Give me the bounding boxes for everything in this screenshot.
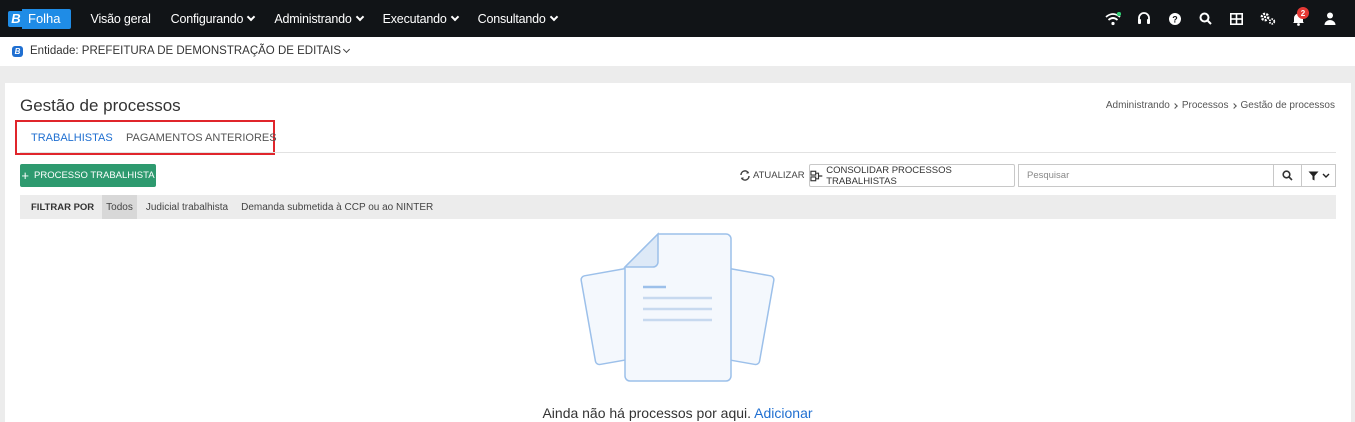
settings-icon[interactable]	[1252, 0, 1283, 37]
menu-administrando[interactable]: Administrando	[274, 11, 364, 26]
menu-label: Configurando	[170, 11, 244, 26]
chevron-right-icon	[1230, 102, 1237, 109]
app-brand[interactable]: B Folha	[8, 8, 71, 29]
empty-documents-illustration	[580, 232, 775, 382]
tab-pagamentos-anteriores[interactable]: PAGAMENTOS ANTERIORES	[126, 132, 277, 144]
chevron-down-icon	[342, 45, 351, 54]
top-navbar: B Folha Visão geral Configurando Adminis…	[0, 0, 1355, 37]
filter-button[interactable]	[1301, 164, 1336, 187]
notification-badge: 2	[1297, 7, 1309, 19]
add-processo-button[interactable]: + PROCESSO TRABALHISTA	[20, 164, 156, 187]
wifi-icon[interactable]	[1097, 0, 1128, 37]
chevron-down-icon	[1322, 173, 1329, 178]
menu-label: Executando	[382, 11, 447, 26]
tabs-divider	[20, 152, 1336, 153]
headset-icon[interactable]	[1128, 0, 1159, 37]
svg-text:?: ?	[1172, 14, 1178, 24]
entity-logo-icon: B	[12, 45, 23, 57]
filter-label: FILTRAR POR	[31, 201, 95, 213]
refresh-icon	[740, 169, 750, 181]
notifications-icon[interactable]: 2	[1283, 0, 1314, 37]
add-processo-label: PROCESSO TRABALHISTA	[34, 170, 155, 181]
main-menu: Visão geral Configurando Administrando E…	[91, 12, 577, 26]
refresh-button[interactable]: ATUALIZAR	[739, 168, 805, 182]
page-title: Gestão de processos	[20, 96, 181, 115]
empty-state-message: Ainda não há processos por aqui. Adicion…	[0, 405, 1355, 421]
entity-label: Entidade: PREFEITURA DE DEMONSTRAÇÃO DE …	[30, 45, 341, 57]
chevron-right-icon	[1171, 102, 1178, 109]
chevron-down-icon	[355, 12, 364, 21]
menu-executando[interactable]: Executando	[382, 11, 459, 26]
breadcrumb: Administrando Processos Gestão de proces…	[1106, 100, 1335, 111]
menu-configurando[interactable]: Configurando	[170, 11, 256, 26]
empty-state-text: Ainda não há processos por aqui.	[542, 405, 755, 421]
search-icon[interactable]	[1190, 0, 1221, 37]
menu-label: Visão geral	[90, 11, 151, 26]
menu-label: Administrando	[274, 11, 352, 26]
chevron-down-icon	[549, 12, 558, 21]
search-icon	[1282, 170, 1293, 181]
chevron-down-icon	[247, 12, 256, 21]
entity-selector[interactable]: B Entidade: PREFEITURA DE DEMONSTRAÇÃO D…	[12, 43, 351, 59]
user-icon[interactable]	[1314, 0, 1345, 37]
filter-icon	[1308, 171, 1318, 180]
search-button[interactable]	[1273, 164, 1302, 187]
breadcrumb-item-current: Gestão de processos	[1240, 100, 1336, 111]
plus-icon: +	[21, 168, 30, 183]
navbar-icons: ? 2	[1097, 0, 1345, 37]
chevron-down-icon	[450, 12, 459, 21]
breadcrumb-item[interactable]: Processos	[1182, 100, 1229, 111]
tab-trabalhistas[interactable]: TRABALHISTAS	[31, 132, 113, 144]
apps-grid-icon[interactable]	[1221, 0, 1252, 37]
search-input[interactable]	[1018, 164, 1274, 187]
add-link[interactable]: Adicionar	[754, 405, 812, 421]
menu-consultando[interactable]: Consultando	[477, 11, 558, 26]
consolidar-label: CONSOLIDAR PROCESSOS TRABALHISTAS	[826, 164, 952, 187]
menu-label: Consultando	[477, 11, 546, 26]
filter-chip-demanda[interactable]: Demanda submetida à CCP ou ao NINTER	[237, 195, 437, 219]
menu-visao-geral[interactable]: Visão geral	[91, 12, 151, 26]
refresh-label: ATUALIZAR	[753, 169, 805, 181]
help-icon[interactable]: ?	[1159, 0, 1190, 37]
brand-name: Folha	[22, 8, 71, 29]
filter-chip-todos[interactable]: Todos	[102, 195, 137, 219]
filter-chip-judicial[interactable]: Judicial trabalhista	[142, 195, 232, 219]
consolidar-button[interactable]: CONSOLIDAR PROCESSOS TRABALHISTAS	[809, 164, 1015, 187]
filter-bar: FILTRAR POR Todos Judicial trabalhista D…	[20, 195, 1336, 219]
breadcrumb-item[interactable]: Administrando	[1106, 100, 1170, 111]
consolidate-icon	[810, 170, 823, 181]
